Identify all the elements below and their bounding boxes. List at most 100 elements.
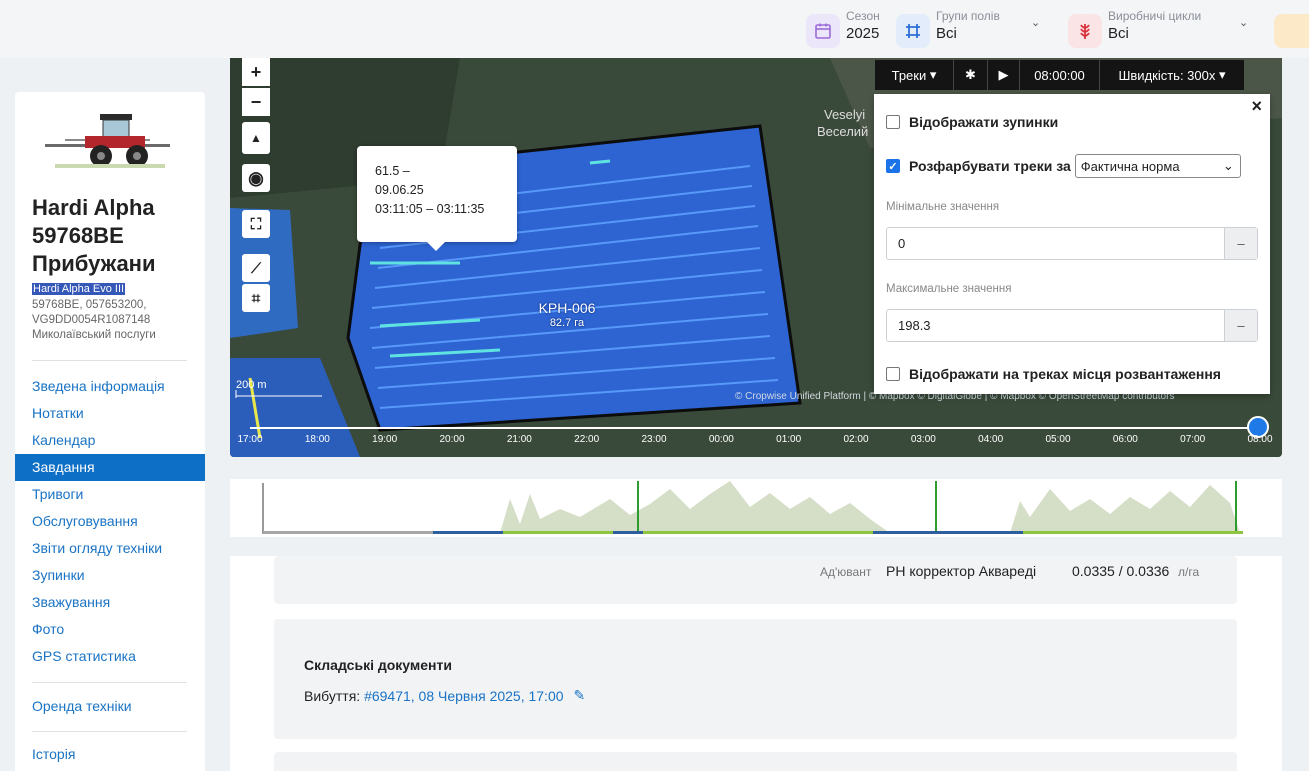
adjuvant-panel: Ад'ювант PH корректор Акварeді 0.0335 / … [274, 556, 1237, 604]
show-unload-checkbox[interactable] [886, 367, 900, 381]
season-value: 2025 [846, 25, 880, 42]
timeline-tick-label: 20:00 [439, 434, 465, 445]
nav-weighing[interactable]: Зважування [15, 589, 205, 616]
sidebar-nav: Зведена інформація Нотатки Календар Завд… [15, 373, 205, 670]
color-tracks-row: ✓ Розфарбувати треки за Фактична норма ⌄ [886, 154, 1241, 178]
field-groups-filter[interactable]: Групи полів Всі [896, 8, 1000, 52]
popup-value: 61.5 – [375, 164, 410, 178]
divider [32, 731, 187, 732]
production-cycles-value: Всі [1108, 25, 1129, 42]
show-stops-label: Відображати зупинки [909, 114, 1059, 130]
nav-notes[interactable]: Нотатки [15, 400, 205, 427]
departure-label: Вибуття: [304, 687, 361, 704]
warehouse-title: Складські документи [304, 657, 452, 673]
divider [32, 360, 187, 361]
activity-chart[interactable] [230, 479, 1282, 537]
locate-icon[interactable]: ◉ [242, 164, 270, 192]
speed-dropdown[interactable]: Швидкість: 300x ▾ [1099, 60, 1244, 90]
area-select-icon[interactable]: ⌗ [242, 284, 270, 312]
measure-icon[interactable]: ⟋ [242, 254, 270, 282]
fullscreen-icon[interactable]: ⛶ [242, 210, 270, 238]
machine-title: Hardi Alpha 59768ВЕ Прибужани [32, 195, 156, 276]
machine-info: 59768ВЕ, 057653200, VG9DD0054R1087148 Ми… [32, 299, 156, 341]
top-bar: Сезон 2025 Групи полів Всі ⌄ Виробничі цик… [0, 0, 1309, 58]
warehouse-docs-panel: Складські документи Вибуття: #69471, 08 … [274, 619, 1237, 739]
nav-tasks[interactable]: Завдання [15, 454, 205, 481]
max-value: 198.3 [898, 318, 931, 333]
color-by-value: Фактична норма [1080, 158, 1180, 174]
timeline-tick-label: 22:00 [574, 434, 600, 445]
max-clear-button[interactable]: – [1224, 310, 1257, 341]
timeline-tick-label: 23:00 [641, 434, 667, 445]
field-groups-value: Всі [936, 25, 957, 42]
show-unload-label: Відображати на треках місця розвантаженн… [909, 366, 1221, 382]
timeline-tick-label: 01:00 [776, 434, 802, 445]
departure-link[interactable]: #69471, 08 Червня 2025, 17:00 [364, 688, 563, 704]
timeline-tick-label: 08:00 [1247, 434, 1273, 445]
show-stops-row[interactable]: Відображати зупинки [886, 114, 1058, 130]
nav-alarms[interactable]: Тривоги [15, 481, 205, 508]
show-unload-row[interactable]: Відображати на треках місця розвантаженн… [886, 366, 1221, 382]
edit-pencil-icon[interactable]: ✎ [574, 687, 586, 704]
production-cycles-label: Виробничі цикли [1108, 9, 1202, 23]
nav-maintenance[interactable]: Обслуговування [15, 508, 205, 535]
color-tracks-checkbox[interactable]: ✓ [886, 159, 900, 173]
timeline-tick-label: 19:00 [372, 434, 398, 445]
max-value-input[interactable]: 198.3 – [886, 309, 1258, 342]
field-name: KPH-006 [538, 300, 596, 316]
map-toolbar: Треки ▾ ✱ ▶ 08:00:00 Швидкість: 300x ▾ [875, 60, 1244, 90]
timeline-tick-label: 17:00 [237, 434, 263, 445]
nav-history[interactable]: Історія [32, 746, 75, 762]
close-icon[interactable]: × [1251, 96, 1262, 117]
settings-gear-icon[interactable]: ✱ [953, 60, 987, 90]
chevron-down-icon[interactable]: ⌄ [1239, 16, 1248, 29]
speed-label: Швидкість: 300x [1118, 67, 1216, 83]
machine-model: Hardi Alpha Evo III [32, 283, 126, 295]
popup-date: 09.06.25 [375, 183, 424, 197]
nav-calendar[interactable]: Календар [15, 427, 205, 454]
compass-icon[interactable]: ▲ [242, 122, 270, 154]
adjuvant-unit: л/га [1178, 565, 1200, 579]
zoom-out-button[interactable]: − [242, 88, 270, 116]
nav-machine-rent[interactable]: Оренда техніки [32, 698, 132, 714]
field-group-icon [896, 14, 930, 48]
adjuvant-rate: 0.0335 / 0.0336 [1072, 563, 1170, 579]
nav-stops[interactable]: Зупинки [15, 562, 205, 589]
adjuvant-label: Ад'ювант [820, 565, 872, 579]
popup-time-range: 03:11:05 – 03:11:35 [375, 202, 485, 216]
nav-inspection-reports[interactable]: Звіти огляду техніки [15, 535, 205, 562]
machine-image [45, 114, 170, 168]
timeline-tick-label: 07:00 [1180, 434, 1206, 445]
min-clear-button[interactable]: – [1224, 228, 1257, 259]
next-panel [274, 752, 1237, 771]
divider [32, 682, 187, 683]
show-stops-checkbox[interactable] [886, 115, 900, 129]
timeline-tick-label: 03:00 [910, 434, 936, 445]
chevron-down-icon[interactable]: ⌄ [1031, 16, 1040, 29]
calendar-icon [806, 14, 840, 48]
timeline-tick-label: 06:00 [1112, 434, 1138, 445]
nav-gps-stats[interactable]: GPS статистика [15, 643, 205, 670]
zoom-in-button[interactable]: + [242, 58, 270, 86]
field-area: 82.7 га [549, 317, 585, 329]
tracks-dropdown[interactable]: Треки ▾ [875, 60, 953, 90]
timeline-tick-label: 04:00 [978, 434, 1004, 445]
sidebar: Hardi Alpha 59768ВЕ Прибужани Hardi Alph… [15, 92, 205, 771]
min-value-input[interactable]: 0 – [886, 227, 1258, 260]
track-settings-panel: × Відображати зупинки ✓ Розфарбувати трек… [874, 94, 1270, 394]
chevron-down-icon: ⌄ [1222, 158, 1234, 173]
village-label: Veselyi [824, 107, 866, 122]
season-filter[interactable]: Сезон 2025 [806, 8, 880, 52]
nav-summary[interactable]: Зведена інформація [15, 373, 205, 400]
adjuvant-name: PH корректор Акварeді [886, 563, 1037, 579]
field-groups-label: Групи полів [936, 9, 1000, 23]
timeline-tick-label: 05:00 [1045, 434, 1071, 445]
nav-photo[interactable]: Фото [15, 616, 205, 643]
min-value: 0 [898, 236, 906, 251]
play-icon[interactable]: ▶ [987, 60, 1019, 90]
color-tracks-label: Розфарбувати треки за [909, 158, 1071, 174]
machine-filter-icon[interactable] [1274, 14, 1309, 48]
production-cycles-filter[interactable]: Виробничі цикли Всі [1068, 8, 1201, 52]
crop-icon [1068, 14, 1102, 48]
color-by-select[interactable]: Фактична норма ⌄ [1074, 154, 1241, 178]
